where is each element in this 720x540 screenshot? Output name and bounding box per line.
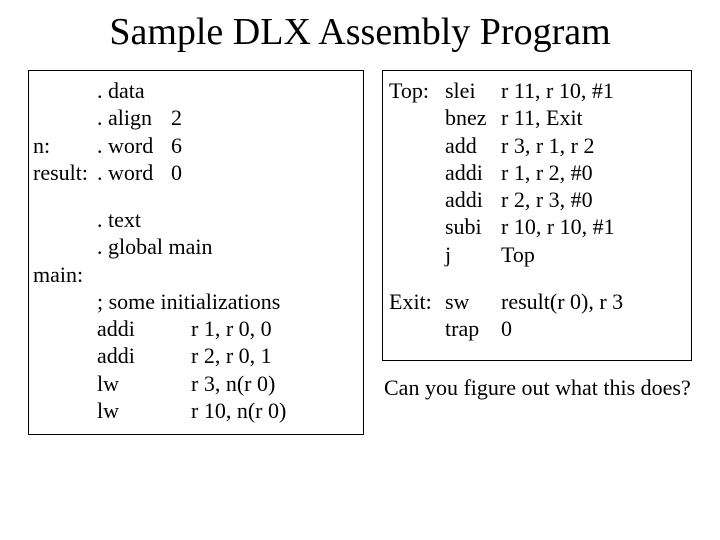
arg: r 10, n(r 0) (191, 397, 286, 424)
code-row: n: . word 6 (33, 132, 353, 159)
arg: 0 (501, 315, 512, 342)
op: subi (445, 213, 501, 240)
op: addi (33, 315, 191, 342)
code-row: result: . word 0 (33, 159, 353, 186)
label (389, 159, 445, 186)
code-row: lw r 3, n(r 0) (33, 370, 353, 397)
code-row: addi r 2, r 0, 1 (33, 342, 353, 369)
code-row: subi r 10, r 10, #1 (389, 213, 683, 240)
op: sw (445, 288, 501, 315)
op: . data (97, 77, 171, 104)
code-row: . text (33, 206, 353, 233)
arg: r 1, r 2, #0 (501, 159, 593, 186)
label (33, 77, 97, 104)
code-row: bnez r 11, Exit (389, 104, 683, 131)
label (389, 104, 445, 131)
code-row: lw r 10, n(r 0) (33, 397, 353, 424)
right-column: Top: slei r 11, r 10, #1 bnez r 11, Exit… (382, 70, 692, 401)
op: bnez (445, 104, 501, 131)
op: j (445, 241, 501, 268)
arg: 2 (171, 104, 182, 131)
blank-line (33, 186, 353, 206)
arg: r 2, r 3, #0 (501, 186, 593, 213)
label (389, 315, 445, 342)
arg: r 10, r 10, #1 (501, 213, 615, 240)
left-code-panel: . data . align 2 n: . word 6 result: . w… (28, 70, 364, 435)
arg: r 3, r 1, r 2 (501, 132, 594, 159)
arg: r 2, r 0, 1 (191, 342, 272, 369)
op: lw (33, 397, 191, 424)
op: . word (97, 159, 171, 186)
label: result: (33, 159, 97, 186)
label (389, 213, 445, 240)
op: slei (445, 77, 501, 104)
label: Exit: (389, 288, 445, 315)
code-row: addi r 1, r 2, #0 (389, 159, 683, 186)
code-row: addi r 1, r 0, 0 (33, 315, 353, 342)
arg: r 11, Exit (501, 104, 583, 131)
caption-text: Can you figure out what this does? (384, 375, 692, 401)
code-row: . data (33, 77, 353, 104)
code-row: addi r 2, r 3, #0 (389, 186, 683, 213)
arg: 0 (171, 159, 182, 186)
code-row: . global main (33, 233, 353, 260)
label (33, 104, 97, 131)
code-row: main: (33, 261, 353, 288)
arg: r 3, n(r 0) (191, 370, 275, 397)
code-row: j Top (389, 241, 683, 268)
main-label: main: (33, 261, 83, 288)
arg: result(r 0), r 3 (501, 288, 623, 315)
label: n: (33, 132, 97, 159)
comment: ; some initializations (33, 288, 280, 315)
op: . text (97, 206, 171, 233)
panels: . data . align 2 n: . word 6 result: . w… (28, 70, 692, 435)
arg: Top (501, 241, 535, 268)
label (389, 132, 445, 159)
slide-title: Sample DLX Assembly Program (28, 10, 692, 54)
label (389, 241, 445, 268)
arg: r 1, r 0, 0 (191, 315, 272, 342)
op: . align (97, 104, 171, 131)
op: trap (445, 315, 501, 342)
label (33, 233, 97, 260)
op: addi (33, 342, 191, 369)
label: Top: (389, 77, 445, 104)
arg: r 11, r 10, #1 (501, 77, 614, 104)
code-row: add r 3, r 1, r 2 (389, 132, 683, 159)
op: addi (445, 159, 501, 186)
code-row: trap 0 (389, 315, 683, 342)
code-row: Top: slei r 11, r 10, #1 (389, 77, 683, 104)
slide: Sample DLX Assembly Program . data . ali… (0, 0, 720, 435)
op: . word (97, 132, 171, 159)
label (389, 186, 445, 213)
op: addi (445, 186, 501, 213)
code-row: . align 2 (33, 104, 353, 131)
blank-line (389, 268, 683, 288)
op: lw (33, 370, 191, 397)
op: add (445, 132, 501, 159)
op: . global main (97, 233, 171, 260)
label (33, 206, 97, 233)
arg: 6 (171, 132, 182, 159)
right-code-panel: Top: slei r 11, r 10, #1 bnez r 11, Exit… (382, 70, 692, 361)
code-row: Exit: sw result(r 0), r 3 (389, 288, 683, 315)
code-row: ; some initializations (33, 288, 353, 315)
